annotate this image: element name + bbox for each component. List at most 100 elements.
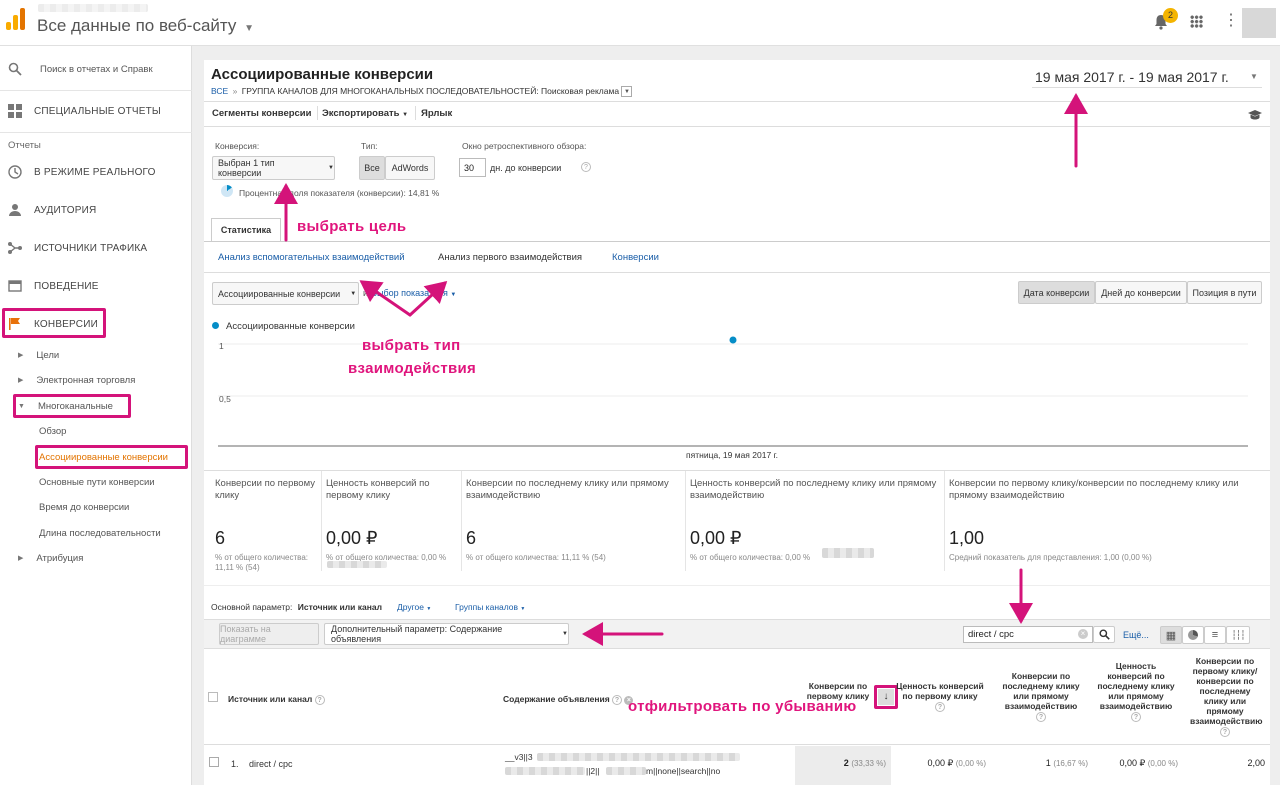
conversion-selector[interactable]: Выбран 1 тип конверсии ▼ — [212, 156, 335, 180]
highlight-box-conversions — [2, 308, 106, 338]
header-source[interactable]: Источник или канал ? — [228, 694, 325, 705]
metric-value: 1,00 — [949, 528, 985, 548]
more-link[interactable]: Ещё... — [1123, 630, 1149, 640]
date-range: 19 мая 2017 г. - 19 мая 2017 г. — [1035, 69, 1229, 85]
view-pie-icon[interactable] — [1182, 626, 1204, 644]
header-last-click-conv[interactable]: Конверсии по последнему клику или прямом… — [999, 671, 1083, 722]
toolbar-shortcut[interactable]: Ярлык — [421, 108, 452, 119]
row-source-link[interactable]: direct / cpc — [249, 759, 293, 769]
caret-right-icon: ▶ — [18, 555, 24, 562]
blurred-value — [327, 561, 387, 568]
sidebar-sub-top-paths[interactable]: Основные пути конверсии — [0, 472, 192, 492]
sidebar-item-label: СПЕЦИАЛЬНЫЕ ОТЧЕТЫ — [34, 105, 161, 117]
chart-point[interactable] — [729, 336, 737, 344]
breadcrumb: ВСЕ » ГРУППА КАНАЛОВ ДЛЯ МНОГОКАНАЛЬНЫХ … — [211, 86, 633, 98]
chevron-down-icon: ▼ — [402, 112, 409, 118]
graduation-cap-icon[interactable] — [1247, 108, 1263, 120]
subtab-first-interaction[interactable]: Анализ первого взаимодействия — [438, 252, 582, 263]
plot-rows-button[interactable]: Показать на диаграмме — [219, 623, 319, 645]
table-search-input[interactable]: direct / cpc × — [963, 626, 1093, 643]
help-icon[interactable]: ? — [581, 158, 591, 176]
header-last-click-value[interactable]: Ценность конверсий по последнему клику и… — [1097, 661, 1175, 722]
metric-value: 6 — [466, 528, 477, 548]
clear-icon[interactable]: × — [1078, 629, 1088, 639]
sidebar-item-acquisition[interactable]: ИСТОЧНИКИ ТРАФИКА — [0, 231, 192, 265]
search-button[interactable] — [1093, 626, 1115, 643]
type-adwords-button[interactable]: AdWords — [385, 156, 435, 180]
sidebar-item-custom-reports[interactable]: СПЕЦИАЛЬНЫЕ ОТЧЕТЫ — [0, 94, 192, 128]
chevron-down-icon: ▼ — [1250, 72, 1258, 81]
blurred-value — [505, 767, 585, 775]
sidebar-item-label: В РЕЖИМЕ РЕАЛЬНОГО — [34, 166, 156, 178]
annotation-sort: отфильтровать по убыванию — [628, 698, 857, 715]
caret-right-icon: ▶ — [18, 352, 24, 359]
chevron-down-icon: ▼ — [244, 23, 255, 34]
breadcrumb-dropdown[interactable]: ▼ — [621, 86, 633, 98]
header-ad-content[interactable]: Содержание объявления ? × — [503, 694, 634, 705]
pie-icon — [221, 185, 233, 197]
sidebar: Поиск в отчетах и Справк СПЕЦИАЛЬНЫЕ ОТЧ… — [0, 46, 192, 785]
sidebar-item-label: ПОВЕДЕНИЕ — [34, 280, 99, 292]
dimension-channel-groups[interactable]: Группы каналов ▼ — [455, 602, 525, 612]
header-ratio[interactable]: Конверсии по первому клику/ конверсии по… — [1190, 656, 1263, 737]
sidebar-search[interactable]: Поиск в отчетах и Справк — [0, 54, 192, 84]
sidebar-item-label: ИСТОЧНИКИ ТРАФИКА — [34, 242, 148, 254]
chevron-down-icon: ▼ — [562, 631, 568, 637]
x-tick-label: пятница, 19 мая 2017 г. — [686, 450, 778, 460]
primary-dimension-value[interactable]: Источник или канал — [298, 602, 382, 612]
view-conversion-date[interactable]: Дата конверсии — [1018, 281, 1095, 304]
sidebar-item-label: АУДИТОРИЯ — [34, 204, 97, 216]
sidebar-sub-goals[interactable]: ▶ Цели — [0, 345, 192, 365]
metric-card: Ценность конверсий по последнему клику и… — [690, 478, 940, 563]
view-comparison-icon[interactable]: ┆┆┆ — [1226, 626, 1250, 644]
caret-right-icon: ▶ — [18, 377, 24, 384]
metric-card: Конверсии по первому клику/конверсии по … — [949, 478, 1259, 563]
select-all-checkbox[interactable] — [208, 692, 218, 702]
view-bar-icon[interactable]: ≡ — [1204, 626, 1226, 644]
more-vert-icon[interactable]: ⋮ — [1223, 12, 1239, 30]
lookback-input[interactable]: 30 — [459, 158, 486, 177]
sidebar-sub-time-lag[interactable]: Время до конверсии — [0, 497, 192, 517]
metric-selector[interactable]: Ассоциированные конверсии ▼ — [212, 282, 359, 305]
subtab-conversions[interactable]: Конверсии — [612, 252, 659, 263]
property-selector[interactable]: Все данные по веб-сайту ▼ — [37, 16, 254, 36]
tab-statistics[interactable]: Статистика — [211, 218, 281, 242]
secondary-dimension-select[interactable]: Дополнительный параметр: Содержание объя… — [324, 623, 569, 645]
sidebar-sub-ecommerce[interactable]: ▶ Электронная торговля — [0, 370, 192, 390]
toolbar-export[interactable]: Экспортировать ▼ — [322, 108, 408, 119]
metric-label: Ценность конверсий по первому клику — [326, 478, 430, 501]
subtab-assisted[interactable]: Анализ вспомогательных взаимодействий — [218, 252, 405, 263]
blurred-value — [822, 548, 874, 558]
analytics-logo-icon[interactable] — [6, 8, 26, 32]
chart-legend-dot — [212, 322, 219, 329]
sidebar-sub-overview[interactable]: Обзор — [0, 421, 192, 441]
view-days-to-conversion[interactable]: Дней до конверсии — [1095, 281, 1187, 304]
header-first-click-value[interactable]: Ценность конверсий по первому клику? — [896, 681, 984, 712]
dimension-other[interactable]: Другое ▼ — [397, 602, 431, 612]
sidebar-item-realtime[interactable]: В РЕЖИМЕ РЕАЛЬНОГО — [0, 155, 192, 189]
avatar[interactable] — [1242, 8, 1276, 38]
search-icon — [1098, 629, 1110, 640]
pick-metric-link[interactable]: Выбор показателя ▼ — [371, 288, 456, 298]
row-ratio: 2,00 — [1247, 758, 1265, 768]
type-all-button[interactable]: Все — [359, 156, 385, 180]
apps-grid-icon[interactable] — [1190, 15, 1203, 28]
clock-icon — [8, 165, 22, 179]
sidebar-sub-path-length[interactable]: Длина последовательности — [0, 523, 192, 543]
sidebar-item-audience[interactable]: АУДИТОРИЯ — [0, 193, 192, 227]
lookback-suffix: дн. до конверсии — [490, 163, 562, 173]
metric-value: 0,00 ₽ — [690, 528, 742, 548]
view-path-position[interactable]: Позиция в пути — [1187, 281, 1262, 304]
search-icon — [8, 62, 22, 76]
breadcrumb-all-link[interactable]: ВСЕ — [211, 86, 228, 96]
toolbar-segments[interactable]: Сегменты конверсии — [212, 108, 312, 119]
view-table-icon[interactable]: ▦ — [1160, 626, 1182, 644]
sidebar-sub-attribution[interactable]: ▶ Атрибуция — [0, 548, 192, 568]
row-content-a[interactable]: __v3||3 — [505, 752, 533, 762]
date-range-picker[interactable]: 19 мая 2017 г. - 19 мая 2017 г. ▼ — [1032, 66, 1262, 88]
blurred-value — [537, 753, 740, 761]
sidebar-item-behavior[interactable]: ПОВЕДЕНИЕ — [0, 269, 192, 303]
annotation-type-line2: взаимодействия — [348, 360, 477, 377]
chevron-down-icon: ▼ — [350, 290, 357, 297]
row-checkbox[interactable] — [209, 757, 219, 767]
